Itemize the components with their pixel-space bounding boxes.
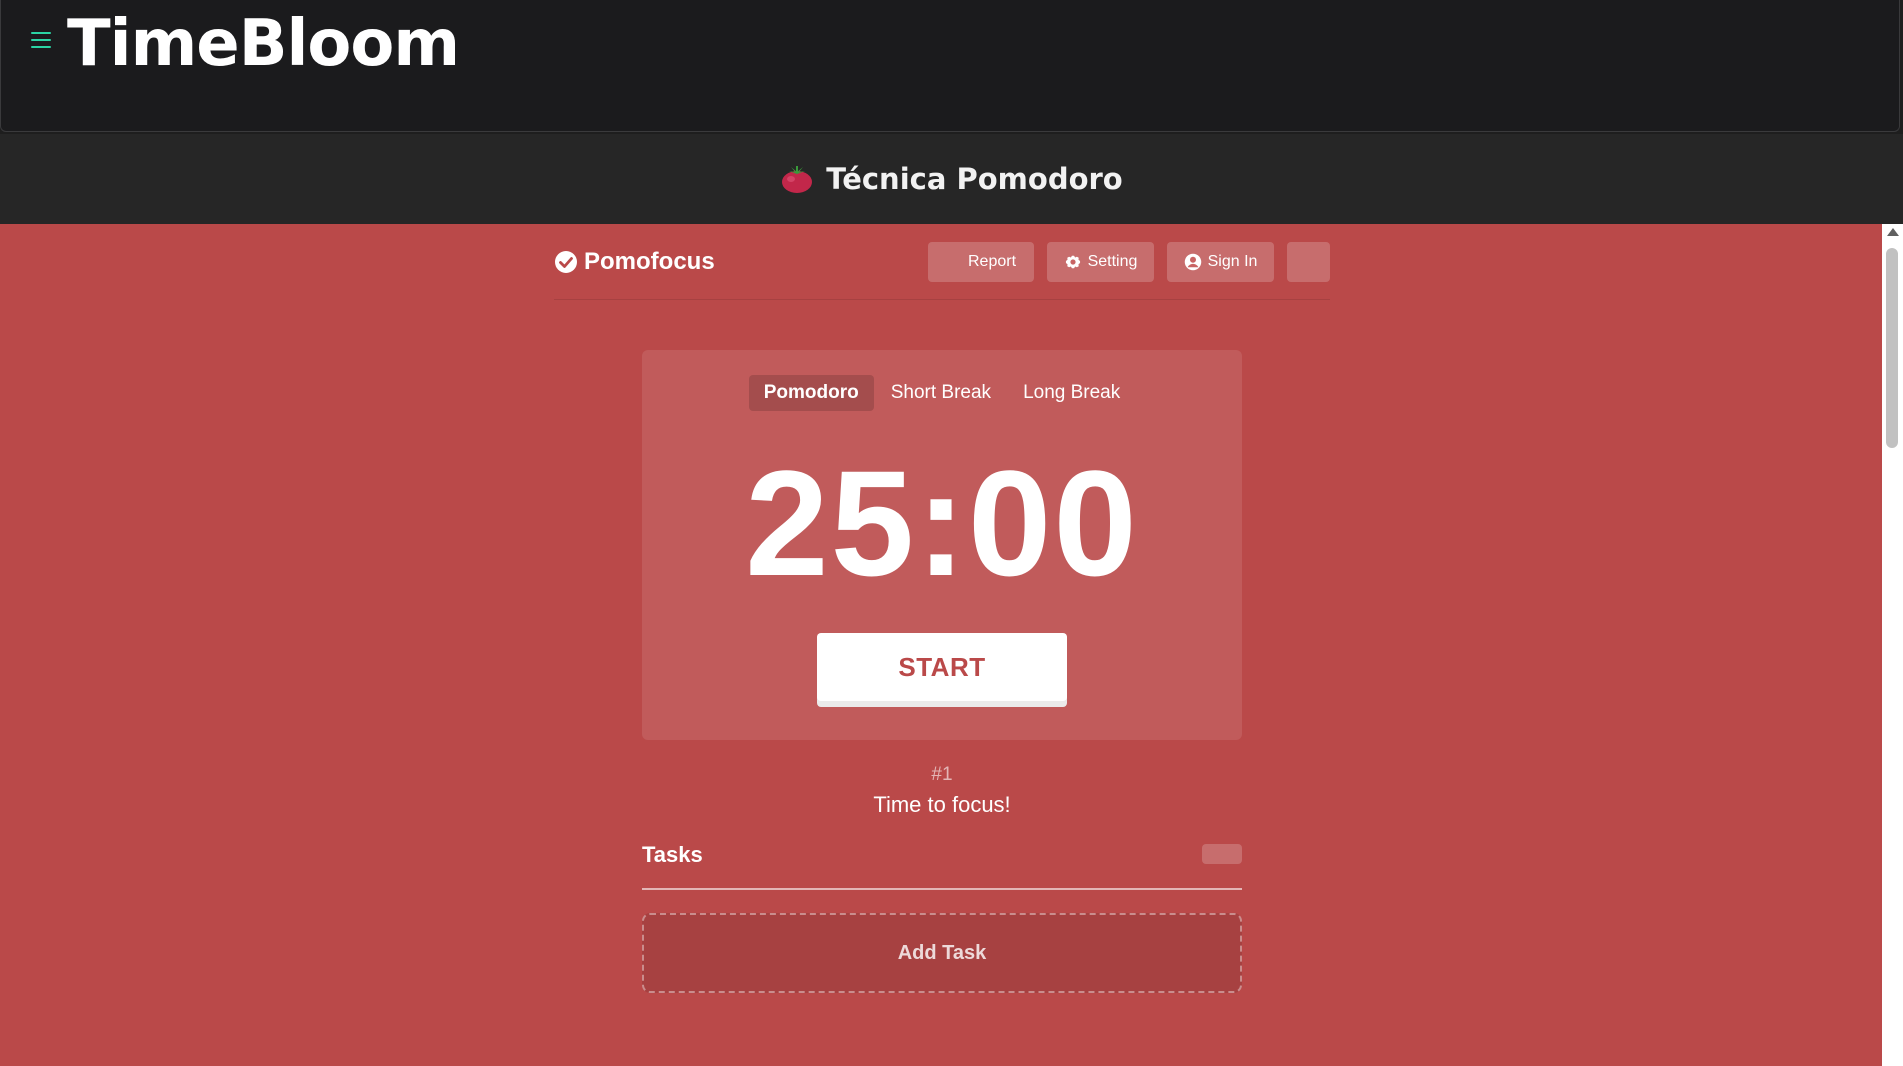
tab-pomodoro[interactable]: Pomodoro xyxy=(748,375,874,411)
page-title: Técnica Pomodoro xyxy=(826,162,1123,196)
scroll-up-arrow-icon[interactable] xyxy=(1887,228,1899,236)
tasks-menu-button[interactable] xyxy=(1202,844,1242,864)
mode-tabs: Pomodoro Short Break Long Break xyxy=(642,375,1242,411)
timer-display: 25:00 xyxy=(745,439,1139,607)
tomato-icon xyxy=(782,166,813,193)
page-title-group: Técnica Pomodoro xyxy=(780,162,1123,196)
tasks-title: Tasks xyxy=(642,842,703,867)
tasks-header: Tasks xyxy=(642,840,1242,890)
top-navbar: TimeBloom xyxy=(0,0,1900,132)
hamburger-menu-icon[interactable] xyxy=(31,32,51,48)
scrollbar[interactable] xyxy=(1882,224,1903,1066)
user-circle-icon xyxy=(1184,253,1201,271)
check-circle-icon xyxy=(555,251,577,273)
gear-icon xyxy=(1065,255,1080,269)
session-count[interactable]: #1 xyxy=(642,764,1242,786)
timer-card: Pomodoro Short Break Long Break 25:00 ST… xyxy=(642,350,1242,740)
report-button-label: Report xyxy=(967,253,1017,270)
sign-in-button[interactable]: Sign In xyxy=(1167,242,1274,282)
page-subheader: Técnica Pomodoro xyxy=(0,134,1903,224)
add-task-button[interactable]: Add Task xyxy=(642,913,1242,993)
pomofocus-header: Pomofocus Report Setting Sign In xyxy=(554,224,1330,300)
tab-long-break[interactable]: Long Break xyxy=(1008,375,1135,411)
pomofocus-app: Pomofocus Report Setting Sign In Pomodor… xyxy=(0,224,1882,1066)
pomofocus-logo[interactable]: Pomofocus xyxy=(554,248,715,276)
pomofocus-logo-text: Pomofocus xyxy=(584,248,715,275)
focus-message: Time to focus! xyxy=(873,792,1011,817)
report-button[interactable]: Report xyxy=(928,242,1034,282)
start-button[interactable]: START xyxy=(817,633,1067,701)
more-options-button[interactable] xyxy=(1287,242,1330,282)
setting-button-label: Setting xyxy=(1087,253,1138,270)
setting-button[interactable]: Setting xyxy=(1047,242,1154,282)
scrollbar-thumb[interactable] xyxy=(1886,248,1898,448)
app-brand[interactable]: TimeBloom xyxy=(67,4,460,84)
add-task-label: Add Task xyxy=(897,941,987,964)
tab-short-break[interactable]: Short Break xyxy=(876,375,1006,411)
sign-in-button-label: Sign In xyxy=(1207,253,1258,270)
